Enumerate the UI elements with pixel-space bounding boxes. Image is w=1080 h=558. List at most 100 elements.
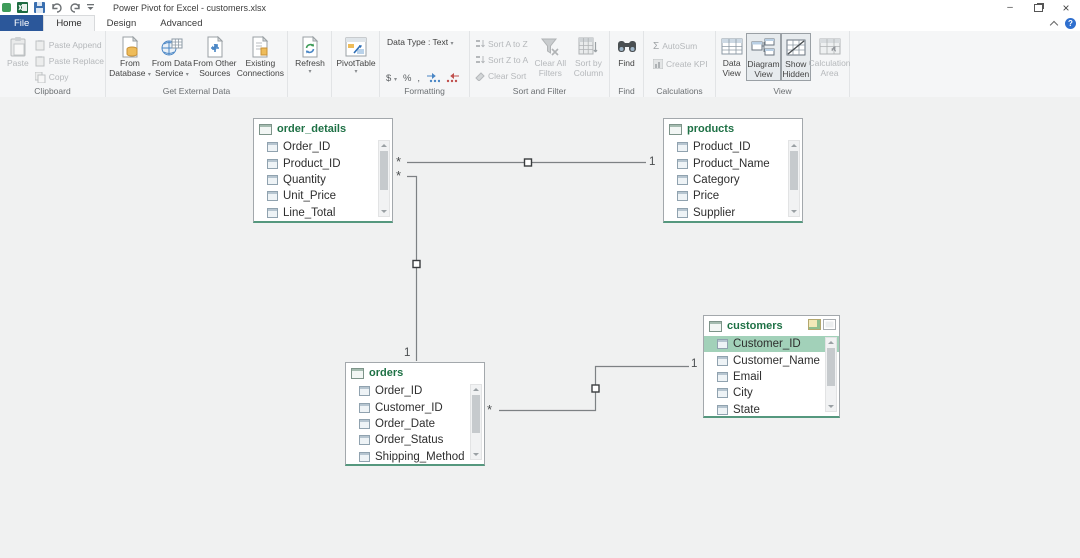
field-row[interactable]: Customer_Name <box>704 352 839 368</box>
field-row[interactable]: Quantity <box>254 172 392 188</box>
scroll-up-icon[interactable] <box>826 338 836 347</box>
excel-icon[interactable] <box>17 2 28 13</box>
dropdown-icon: ▾ <box>354 69 357 75</box>
restore-button[interactable] <box>1024 0 1052 15</box>
from-data-service-button[interactable]: From Data Service ▾ <box>151 33 193 85</box>
field-row[interactable]: Order_ID <box>254 139 392 155</box>
data-type-dropdown[interactable]: Data Type : Text ▾ <box>381 33 468 47</box>
table-orders[interactable]: orders Order_ID Customer_ID Order_Date O… <box>345 362 485 466</box>
many-cardinality-label: * <box>487 405 492 414</box>
scroll-down-icon[interactable] <box>379 207 389 216</box>
sort-by-column-icon <box>578 35 598 59</box>
scroll-up-icon[interactable] <box>379 141 389 150</box>
clear-sort-button[interactable]: Clear Sort <box>475 69 532 83</box>
sort-a-to-z-button[interactable]: Sort A to Z <box>475 37 532 51</box>
field-row[interactable]: Price <box>664 188 802 204</box>
table-header[interactable]: products <box>664 119 802 139</box>
tab-home[interactable]: Home <box>43 15 94 31</box>
field-row[interactable]: Order_Date <box>346 416 484 432</box>
field-row[interactable]: Product_Name <box>664 155 802 171</box>
tab-file[interactable]: File <box>0 15 43 31</box>
existing-connections-button[interactable]: Existing Connections <box>237 33 284 85</box>
customize-qat-icon[interactable] <box>87 3 95 12</box>
from-other-sources-button[interactable]: From Other Sources <box>193 33 237 85</box>
collapse-ribbon-icon[interactable] <box>1051 21 1058 26</box>
table-scrollbar[interactable] <box>470 384 482 460</box>
sort-by-column-button[interactable]: Sort by Column <box>569 33 608 85</box>
refresh-button[interactable]: Refresh ▾ <box>289 33 331 75</box>
help-icon[interactable]: ? <box>1065 18 1076 29</box>
tab-design[interactable]: Design <box>95 15 149 31</box>
maximize-table-icon[interactable] <box>823 319 836 330</box>
table-header[interactable]: order_details <box>254 119 392 139</box>
field-row-selected[interactable]: Customer_ID <box>704 336 839 352</box>
sort-z-to-a-button[interactable]: Sort Z to A <box>475 53 532 67</box>
scroll-thumb[interactable] <box>380 151 388 190</box>
diagram-canvas[interactable]: * 1 * 1 * 1 order_details Order_ID Produ… <box>0 97 1080 558</box>
scroll-down-icon[interactable] <box>471 450 481 459</box>
relationship-lines[interactable] <box>0 97 1080 558</box>
save-icon[interactable] <box>34 2 45 13</box>
scroll-up-icon[interactable] <box>789 141 799 150</box>
thousands-format-button[interactable]: , <box>417 73 420 84</box>
increase-decimal-icon[interactable] <box>426 73 440 84</box>
calculation-area-button[interactable]: Calculation Area <box>811 33 848 81</box>
field-row[interactable]: Order_Status <box>346 432 484 448</box>
paste-append-button[interactable]: Paste Append <box>35 38 104 52</box>
undo-icon[interactable] <box>51 2 63 13</box>
clear-all-filters-button[interactable]: Clear All Filters <box>532 33 569 85</box>
field-row[interactable]: Category <box>664 172 802 188</box>
scroll-thumb[interactable] <box>790 151 798 190</box>
field-row[interactable]: Product_ID <box>254 155 392 171</box>
field-row[interactable]: Email <box>704 369 839 385</box>
from-database-button[interactable]: From Database ▾ <box>109 33 151 85</box>
field-row[interactable]: Supplier <box>664 205 802 221</box>
scroll-up-icon[interactable] <box>471 385 481 394</box>
field-name: Order_ID <box>283 141 330 153</box>
field-row[interactable]: Line_Total <box>254 205 392 221</box>
table-scrollbar[interactable] <box>788 140 800 217</box>
currency-format-button[interactable]: $ ▾ <box>386 73 397 84</box>
field-row[interactable]: Product_ID <box>664 139 802 155</box>
table-customers[interactable]: customers Customer_ID Customer_Name Emai… <box>703 315 840 418</box>
redo-icon[interactable] <box>69 2 81 13</box>
close-button[interactable]: × <box>1052 0 1080 15</box>
decrease-decimal-icon[interactable] <box>446 73 460 84</box>
table-header[interactable]: customers <box>704 316 839 336</box>
diagram-view-button[interactable]: Diagram View <box>746 33 780 81</box>
percent-format-button[interactable]: % <box>403 73 411 84</box>
tab-advanced[interactable]: Advanced <box>148 15 214 31</box>
paste-button[interactable]: Paste <box>1 33 35 85</box>
field-name: Customer_ID <box>733 338 801 350</box>
scroll-down-icon[interactable] <box>826 402 836 411</box>
autosum-button[interactable]: Σ AutoSum <box>653 39 714 53</box>
field-row[interactable]: Order_ID <box>346 383 484 399</box>
table-scrollbar[interactable] <box>825 337 837 412</box>
field-row[interactable]: State <box>704 402 839 418</box>
table-header[interactable]: orders <box>346 363 484 383</box>
title-bar: Power Pivot for Excel - customers.xlsx –… <box>0 0 1080 15</box>
scroll-thumb[interactable] <box>472 395 480 433</box>
minimize-button[interactable]: – <box>996 0 1024 15</box>
scroll-thumb[interactable] <box>827 348 835 386</box>
field-row[interactable]: Shipping_Method <box>346 449 484 465</box>
sort-az-icon <box>475 39 485 49</box>
field-row[interactable]: City <box>704 385 839 401</box>
copy-button[interactable]: Copy <box>35 70 104 84</box>
table-products[interactable]: products Product_ID Product_Name Categor… <box>663 118 803 223</box>
pivottable-button[interactable]: PivotTable ▾ <box>333 33 379 75</box>
show-hidden-button[interactable]: Show Hidden <box>781 33 811 81</box>
from-data-service-icon <box>161 35 183 59</box>
field-row[interactable]: Customer_ID <box>346 399 484 415</box>
create-hierarchy-icon[interactable] <box>808 319 821 330</box>
scroll-down-icon[interactable] <box>789 207 799 216</box>
data-view-button[interactable]: Data View <box>717 33 746 81</box>
paste-replace-button[interactable]: Paste Replace <box>35 54 104 68</box>
table-scrollbar[interactable] <box>378 140 390 217</box>
find-button[interactable]: Find <box>612 33 642 69</box>
field-icon <box>359 435 370 445</box>
field-row[interactable]: Unit_Price <box>254 188 392 204</box>
restore-icon <box>1034 4 1043 12</box>
table-order-details[interactable]: order_details Order_ID Product_ID Quanti… <box>253 118 393 223</box>
create-kpi-button[interactable]: Create KPI <box>653 57 714 71</box>
